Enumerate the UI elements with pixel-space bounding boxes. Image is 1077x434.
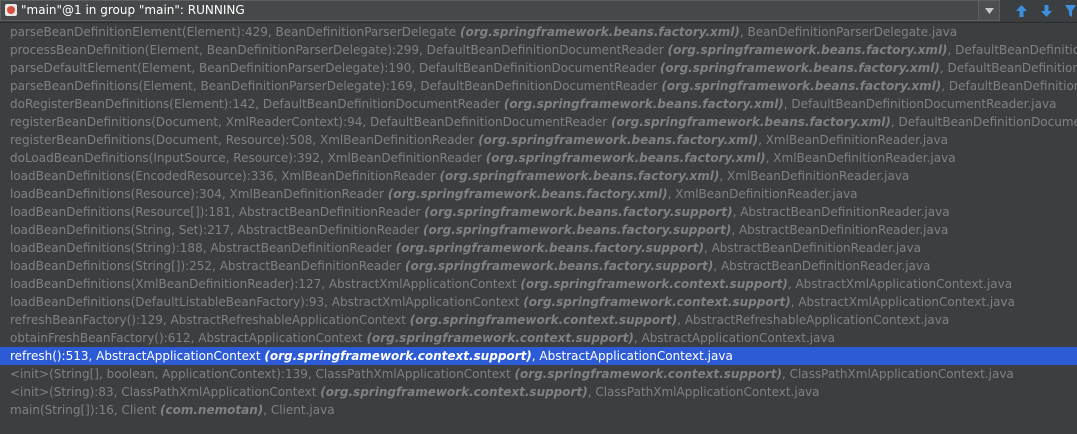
frame-method: registerBeanDefinitions(Document, XmlRea… <box>10 115 612 129</box>
frame-file: , AbstractXmlApplicationContext.java <box>790 295 1015 309</box>
frame-file: , XmlBeanDefinitionReader.java <box>758 133 948 147</box>
frame-file: , BeanDefinitionParserDelegate.java <box>739 25 958 39</box>
dropdown-arrow-icon[interactable] <box>978 1 999 20</box>
stack-frame[interactable]: loadBeanDefinitions(Resource):304, XmlBe… <box>0 185 1077 203</box>
frame-method: loadBeanDefinitions(String[]):252, Abstr… <box>10 259 406 273</box>
stack-frame[interactable]: loadBeanDefinitions(String[]):252, Abstr… <box>0 257 1077 275</box>
frame-file: , AbstractBeanDefinitionReader.java <box>713 259 931 273</box>
frame-file: , DefaultBeanDefinitionDocumentReader.ja… <box>939 61 1077 75</box>
frame-package: (org.springframework.beans.factory.xml) <box>661 79 942 93</box>
frame-method: loadBeanDefinitions(XmlBeanDefinitionRea… <box>10 277 521 291</box>
frame-package: (org.springframework.context.support) <box>320 385 588 399</box>
frame-package: (org.springframework.context.support) <box>366 331 634 345</box>
frame-package: (org.springframework.beans.factory.xml) <box>459 25 740 39</box>
frame-method: parseBeanDefinitions(Element, BeanDefini… <box>10 79 662 93</box>
stack-frame[interactable]: parseBeanDefinitionElement(Element):429,… <box>0 23 1077 41</box>
frame-method: loadBeanDefinitions(Resource):304, XmlBe… <box>10 187 388 201</box>
frame-file: , ClassPathXmlApplicationContext.java <box>781 367 1014 381</box>
frame-package: (org.springframework.beans.factory.xml) <box>485 151 766 165</box>
frame-file: , AbstractXmlApplicationContext.java <box>787 277 1013 291</box>
frame-package: (com.nemotan) <box>160 403 264 417</box>
arrow-down-icon[interactable] <box>1037 2 1055 20</box>
frame-method: processBeanDefinition(Element, BeanDefin… <box>10 43 668 57</box>
frame-package: (org.springframework.beans.factory.xml) <box>659 61 940 75</box>
frame-method: <init>(String[], boolean, ApplicationCon… <box>10 367 515 381</box>
frame-file: , XmlBeanDefinitionReader.java <box>719 169 910 183</box>
frame-file: , AbstractBeanDefinitionReader.java <box>732 205 950 219</box>
frame-method: <init>(String):83, ClassPathXmlApplicati… <box>10 385 321 399</box>
frame-package: (org.springframework.beans.factory.xml) <box>667 43 948 57</box>
frame-method: refreshBeanFactory():129, AbstractRefres… <box>10 313 410 327</box>
frame-file: , DefaultBeanDefinitionDocumentReader.ja… <box>783 97 1057 111</box>
frame-file: , XmlBeanDefinitionReader.java <box>667 187 858 201</box>
frame-package: (org.springframework.beans.factory.xml) <box>478 133 759 147</box>
stack-frame[interactable]: doLoadBeanDefinitions(InputSource, Resou… <box>0 149 1077 167</box>
frame-method: parseBeanDefinitionElement(Element):429,… <box>10 25 460 39</box>
frame-method: loadBeanDefinitions(String):188, Abstrac… <box>10 241 396 255</box>
stack-frame[interactable]: loadBeanDefinitions(XmlBeanDefinitionRea… <box>0 275 1077 293</box>
stack-frame[interactable]: parseBeanDefinitions(Element, BeanDefini… <box>0 77 1077 95</box>
frame-file: , DefaultBeanDefinitionDocumentReader.ja… <box>941 79 1077 93</box>
stack-frame-selected[interactable]: refresh():513, AbstractApplicationContex… <box>0 347 1077 365</box>
frame-file: , DefaultBeanDefinitionDocumentReader.ja… <box>947 43 1077 57</box>
frame-method: doLoadBeanDefinitions(InputSource, Resou… <box>10 151 486 165</box>
stack-frame[interactable]: loadBeanDefinitions(String, Set):217, Ab… <box>0 221 1077 239</box>
frame-package: (org.springframework.beans.factory.suppo… <box>405 259 714 273</box>
frame-method: loadBeanDefinitions(DefaultListableBeanF… <box>10 295 524 309</box>
stack-frame[interactable]: main(String[]):16, Client (com.nemotan),… <box>0 401 1077 419</box>
frame-file: , AbstractApplicationContext.java <box>531 349 733 363</box>
frame-method: main(String[]):16, Client <box>10 403 161 417</box>
thread-selector-label: "main"@1 in group "main": RUNNING <box>21 3 245 17</box>
stack-frame[interactable]: loadBeanDefinitions(Resource[]):181, Abs… <box>0 203 1077 221</box>
stack-frame[interactable]: loadBeanDefinitions(EncodedResource):336… <box>0 167 1077 185</box>
thread-selector-dropdown[interactable]: "main"@1 in group "main": RUNNING <box>0 0 1000 21</box>
frame-method: refresh():513, AbstractApplicationContex… <box>10 349 265 363</box>
filter-icon[interactable] <box>1061 2 1077 20</box>
frame-file: , AbstractApplicationContext.java <box>633 331 835 345</box>
frame-package: (org.springframework.context.support) <box>523 295 791 309</box>
frame-method: loadBeanDefinitions(Resource[]):181, Abs… <box>10 205 425 219</box>
frame-file: , Client.java <box>263 403 335 417</box>
stack-frame[interactable]: parseDefaultElement(Element, BeanDefinit… <box>0 59 1077 77</box>
frame-file: , XmlBeanDefinitionReader.java <box>765 151 956 165</box>
stack-frame[interactable]: registerBeanDefinitions(Document, XmlRea… <box>0 113 1077 131</box>
stack-frame[interactable]: <init>(String[], boolean, ApplicationCon… <box>0 365 1077 383</box>
frame-method: doRegisterBeanDefinitions(Element):142, … <box>10 97 504 111</box>
frame-method: registerBeanDefinitions(Document, Resour… <box>10 133 479 147</box>
frame-package: (org.springframework.context.support) <box>264 349 532 363</box>
frame-package: (org.springframework.beans.factory.suppo… <box>424 205 733 219</box>
frames-toolbar: "main"@1 in group "main": RUNNING <box>0 0 1077 23</box>
frame-package: (org.springframework.beans.factory.xml) <box>503 97 784 111</box>
frame-package: (org.springframework.beans.factory.xml) <box>611 115 891 129</box>
frame-package: (org.springframework.context.support) <box>409 313 678 327</box>
thread-icon <box>5 4 17 16</box>
frame-file: , AbstractBeanDefinitionReader.java <box>731 223 949 237</box>
stack-frame[interactable]: processBeanDefinition(Element, BeanDefin… <box>0 41 1077 59</box>
stack-frame[interactable]: refreshBeanFactory():129, AbstractRefres… <box>0 311 1077 329</box>
stack-frame[interactable]: loadBeanDefinitions(DefaultListableBeanF… <box>0 293 1077 311</box>
stack-frame[interactable]: doRegisterBeanDefinitions(Element):142, … <box>0 95 1077 113</box>
frame-package: (org.springframework.beans.factory.xml) <box>439 169 720 183</box>
arrow-up-icon[interactable] <box>1012 2 1030 20</box>
frame-method: parseDefaultElement(Element, BeanDefinit… <box>10 61 660 75</box>
frame-file: , DefaultBeanDefinitionDocumentReader.ja… <box>890 115 1077 129</box>
frame-method: obtainFreshBeanFactory():612, AbstractAp… <box>10 331 367 345</box>
stack-frame[interactable]: <init>(String):83, ClassPathXmlApplicati… <box>0 383 1077 401</box>
stack-frame[interactable]: loadBeanDefinitions(String):188, Abstrac… <box>0 239 1077 257</box>
frame-file: , ClassPathXmlApplicationContext.java <box>587 385 820 399</box>
frame-package: (org.springframework.beans.factory.suppo… <box>395 241 704 255</box>
frame-package: (org.springframework.beans.factory.suppo… <box>423 223 732 237</box>
frame-method: loadBeanDefinitions(EncodedResource):336… <box>10 169 440 183</box>
frame-file: , AbstractBeanDefinitionReader.java <box>703 241 921 255</box>
stack-frame[interactable]: registerBeanDefinitions(Document, Resour… <box>0 131 1077 149</box>
frame-package: (org.springframework.context.support) <box>514 367 782 381</box>
stack-frames-list: parseBeanDefinitionElement(Element):429,… <box>0 23 1077 434</box>
frame-file: , AbstractRefreshableApplicationContext.… <box>677 313 950 327</box>
frame-method: loadBeanDefinitions(String, Set):217, Ab… <box>10 223 424 237</box>
frame-package: (org.springframework.beans.factory.xml) <box>387 187 668 201</box>
frame-package: (org.springframework.context.support) <box>520 277 788 291</box>
stack-frame[interactable]: obtainFreshBeanFactory():612, AbstractAp… <box>0 329 1077 347</box>
